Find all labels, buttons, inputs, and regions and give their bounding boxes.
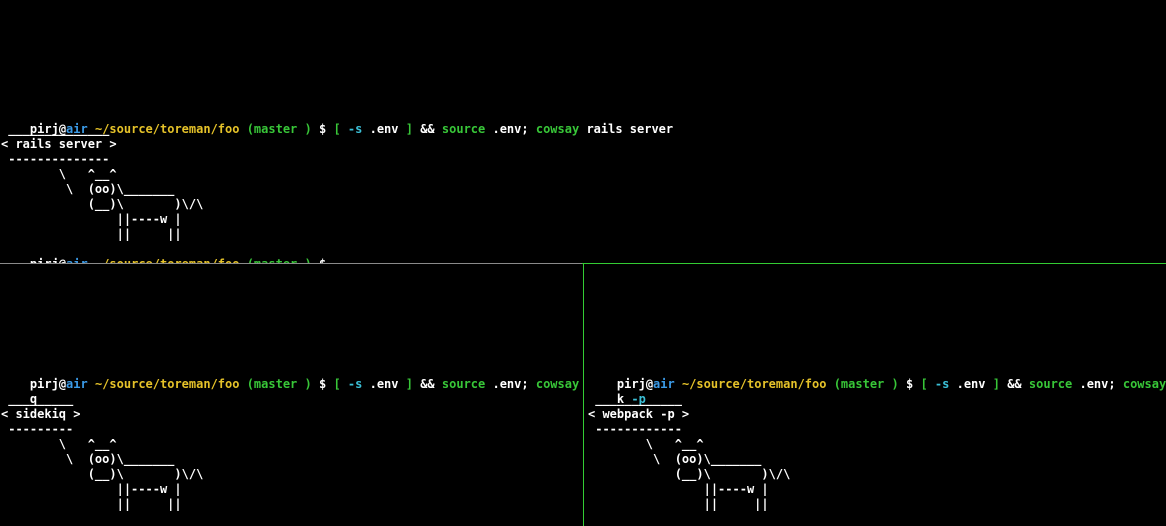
- prompt-symbol: $: [318, 377, 327, 391]
- cmd-source: source: [1028, 377, 1073, 391]
- cmd-bracket-close: ]: [405, 122, 413, 136]
- cmd-and: &&: [1007, 377, 1022, 391]
- command-line: pirj@air ~/source/toreman/foo (master ) …: [1, 107, 673, 136]
- cmd-args: rails server: [586, 122, 674, 136]
- cmd-and: &&: [420, 122, 435, 136]
- cmd-sourcefile: .env;: [492, 122, 529, 136]
- cmd-bracket-open: [: [333, 377, 341, 391]
- prompt-branch: (master ): [833, 377, 899, 391]
- cowsay-output: ______________ < rails server > --------…: [1, 122, 204, 241]
- prompt-symbol: $: [905, 377, 914, 391]
- cmd-envfile: .env: [956, 377, 986, 391]
- prompt-path: ~/source/toreman/foo: [681, 377, 827, 391]
- cmd-envfile: .env: [369, 122, 399, 136]
- cowsay-output: _________ < sidekiq > --------- \ ^__^ \…: [1, 392, 204, 511]
- cmd-bracket-close: ]: [992, 377, 1000, 391]
- prompt-host: air: [66, 377, 88, 391]
- cmd-sourcefile: .env;: [492, 377, 529, 391]
- cmd-sourcefile: .env;: [1079, 377, 1116, 391]
- prompt-symbol: $: [318, 122, 327, 136]
- prompt-at: @: [645, 377, 654, 391]
- cmd-cowsay: cowsay: [535, 377, 580, 391]
- cmd-source: source: [441, 377, 486, 391]
- prompt-line: pirj@air ~/source/toreman/foo (master ) …: [1, 242, 326, 263]
- cmd-cowsay: cowsay: [535, 122, 580, 136]
- command-line: pirj@air ~/source/toreman/foo (master ) …: [1, 362, 582, 391]
- cmd-flag: -s: [347, 377, 363, 391]
- cowsay-output: ____________ < webpack -p > ------------…: [588, 392, 791, 511]
- cmd-envfile: .env: [369, 377, 399, 391]
- prompt-at: @: [58, 377, 67, 391]
- command-line-wrap: q: [1, 377, 37, 406]
- prompt-line-active[interactable]: pirj@air ~/source/toreman/foo (master ) …: [588, 512, 927, 526]
- cmd-bracket-close: ]: [405, 377, 413, 391]
- cmd-bracket-open: [: [920, 377, 928, 391]
- terminal-pane-bottom-right[interactable]: pirj@air ~/source/toreman/foo (master ) …: [584, 264, 1166, 526]
- cmd-flag: -s: [934, 377, 950, 391]
- cmd-flag: -s: [347, 122, 363, 136]
- prompt-path: ~/source/toreman/foo: [94, 377, 240, 391]
- prompt-host: air: [653, 377, 675, 391]
- cmd-and: &&: [420, 377, 435, 391]
- command-line-wrap: k -p: [588, 377, 646, 406]
- cmd-cowsay: cowsay: [1122, 377, 1166, 391]
- prompt-branch: (master ): [246, 377, 312, 391]
- cmd-source: source: [441, 122, 486, 136]
- terminal-pane-top[interactable]: pirj@air ~/source/toreman/foo (master ) …: [0, 0, 1166, 263]
- command-line: pirj@air ~/source/toreman/foo (master ) …: [588, 362, 1166, 391]
- cmd-bracket-open: [: [333, 122, 341, 136]
- prompt-branch: (master ): [246, 122, 312, 136]
- prompt-line: pirj@air ~/source/toreman/foo (master ) …: [1, 512, 326, 526]
- terminal-pane-bottom-left[interactable]: pirj@air ~/source/toreman/foo (master ) …: [0, 264, 582, 526]
